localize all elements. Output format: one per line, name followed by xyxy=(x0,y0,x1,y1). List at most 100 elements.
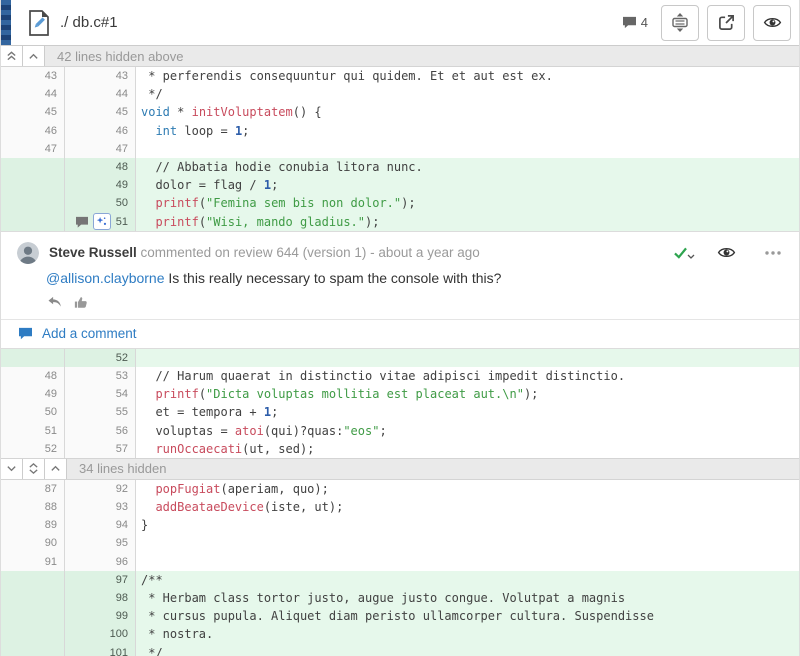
new-line-number-cell[interactable]: 100 xyxy=(65,625,136,643)
new-line-number-cell[interactable]: 96 xyxy=(65,553,136,571)
old-line-number-cell[interactable]: 44 xyxy=(1,85,65,103)
old-line-number-cell[interactable]: 89 xyxy=(1,516,65,534)
reply-button[interactable] xyxy=(47,296,62,308)
new-line-number-cell[interactable]: 55 xyxy=(65,403,136,421)
new-line-number-cell[interactable]: 99 xyxy=(65,607,136,625)
old-line-number-cell[interactable]: 52 xyxy=(1,440,65,458)
new-line-number-cell[interactable]: 45 xyxy=(65,103,136,121)
watch-eye-button[interactable] xyxy=(717,246,736,259)
review-comment-section: Steve Russell commented on review 644 (v… xyxy=(1,231,799,349)
toggle-file-visibility-button[interactable] xyxy=(753,5,791,41)
new-line-number: 100 xyxy=(110,628,128,640)
new-line-number-cell[interactable]: 43 xyxy=(65,67,136,85)
new-line-number-cell[interactable]: 50 xyxy=(65,194,136,212)
add-comment-button[interactable]: Add a comment xyxy=(1,320,799,348)
open-in-new-window-button[interactable] xyxy=(707,5,745,41)
diff-row: 98 * Herbam class tortor justo, augue ju… xyxy=(1,589,799,607)
new-line-number-cell[interactable]: 98 xyxy=(65,589,136,607)
old-line-number-cell[interactable]: 45 xyxy=(1,103,65,121)
new-line-number-cell[interactable]: 94 xyxy=(65,516,136,534)
old-line-number-cell[interactable]: 49 xyxy=(1,385,65,403)
new-line-number-cell[interactable]: 57 xyxy=(65,440,136,458)
new-line-number-cell[interactable]: 49 xyxy=(65,176,136,194)
chevron-up-button[interactable] xyxy=(23,46,45,66)
new-line-number-cell[interactable]: 54 xyxy=(65,385,136,403)
diff-row: 8994} xyxy=(1,516,799,534)
new-line-number-cell[interactable]: 52 xyxy=(65,349,136,367)
new-line-number-cell[interactable]: 47 xyxy=(65,140,136,158)
old-line-number-cell[interactable] xyxy=(1,194,65,212)
old-line-number-cell[interactable] xyxy=(1,349,65,367)
old-line-number-cell[interactable]: 50 xyxy=(1,403,65,421)
new-line-number-cell[interactable]: 53 xyxy=(65,367,136,385)
new-line-number: 47 xyxy=(116,143,128,155)
new-line-number: 95 xyxy=(116,537,128,549)
diff-row: 4343 * perferendis consequuntur qui quid… xyxy=(1,67,799,85)
old-line-number-cell[interactable] xyxy=(1,589,65,607)
new-line-number-cell[interactable]: 48 xyxy=(65,158,136,176)
new-line-number-cell[interactable]: 97 xyxy=(65,571,136,589)
new-line-number-cell[interactable]: 93 xyxy=(65,498,136,516)
old-line-number-cell[interactable]: 43 xyxy=(1,67,65,85)
expand-buttons xyxy=(1,46,45,66)
comment-bubble-icon[interactable] xyxy=(75,216,89,228)
mention-link[interactable]: @allison.clayborne xyxy=(46,270,165,286)
old-line-number-cell[interactable]: 51 xyxy=(1,421,65,439)
new-line-number-cell[interactable]: 51 xyxy=(65,213,136,231)
new-line-number: 43 xyxy=(116,70,128,82)
collapse-bar-middle: 34 lines hidden xyxy=(1,458,799,480)
old-line-number: 48 xyxy=(45,370,57,382)
new-line-number: 97 xyxy=(116,574,128,586)
more-options-button[interactable] xyxy=(765,251,781,255)
new-line-number: 101 xyxy=(110,647,128,656)
code-line: et = tempora + 1; xyxy=(136,403,799,421)
new-line-number: 93 xyxy=(116,501,128,513)
old-line-number: 45 xyxy=(45,106,57,118)
code-line: int loop = 1; xyxy=(136,122,799,140)
new-line-number-cell[interactable]: 101 xyxy=(65,644,136,656)
new-line-number-cell[interactable]: 95 xyxy=(65,534,136,552)
old-line-number-cell[interactable]: 48 xyxy=(1,367,65,385)
sparkle-button[interactable] xyxy=(93,213,111,230)
old-line-number-cell[interactable]: 91 xyxy=(1,553,65,571)
new-line-number: 49 xyxy=(116,179,128,191)
diff-row: 4853 // Harum quaerat in distinctio vita… xyxy=(1,367,799,385)
old-line-number-cell[interactable] xyxy=(1,644,65,656)
old-line-number-cell[interactable]: 88 xyxy=(1,498,65,516)
new-line-number-cell[interactable]: 44 xyxy=(65,85,136,103)
new-line-number: 99 xyxy=(116,610,128,622)
resolved-check-button[interactable] xyxy=(673,247,688,259)
code-line: printf("Femina sem bis non dolor."); xyxy=(136,194,799,212)
thumbs-up-button[interactable] xyxy=(74,295,88,309)
new-line-number-cell[interactable]: 46 xyxy=(65,122,136,140)
new-line-number-cell[interactable]: 56 xyxy=(65,421,136,439)
comment-count[interactable]: 4 xyxy=(622,15,648,30)
check-icon xyxy=(673,247,688,259)
old-line-number-cell[interactable] xyxy=(1,213,65,231)
old-line-number-cell[interactable] xyxy=(1,158,65,176)
old-line-number-cell[interactable]: 47 xyxy=(1,140,65,158)
expand-collapse-file-button[interactable] xyxy=(661,5,699,41)
code-line: voluptas = atoi(qui)?quas:"eos"; xyxy=(136,421,799,439)
old-line-number-cell[interactable] xyxy=(1,607,65,625)
expand-split-button[interactable] xyxy=(23,459,45,479)
chevron-down-button[interactable] xyxy=(1,459,23,479)
external-link-icon xyxy=(718,14,735,31)
comment-reactions xyxy=(1,286,799,310)
old-line-number-cell[interactable] xyxy=(1,176,65,194)
double-chevron-up-button[interactable] xyxy=(1,46,23,66)
file-edit-icon xyxy=(26,9,52,37)
code-line: * nostra. xyxy=(136,625,799,643)
old-line-number-cell[interactable] xyxy=(1,625,65,643)
comment-bubble-icon xyxy=(622,16,637,29)
old-line-number: 90 xyxy=(45,537,57,549)
old-line-number-cell[interactable]: 87 xyxy=(1,480,65,498)
code-line: */ xyxy=(136,644,799,656)
code-line: popFugiat(aperiam, quo); xyxy=(136,480,799,498)
diff-row: 4646 int loop = 1; xyxy=(1,122,799,140)
old-line-number-cell[interactable]: 46 xyxy=(1,122,65,140)
old-line-number-cell[interactable] xyxy=(1,571,65,589)
new-line-number-cell[interactable]: 92 xyxy=(65,480,136,498)
chevron-up-button[interactable] xyxy=(45,459,67,479)
old-line-number-cell[interactable]: 90 xyxy=(1,534,65,552)
